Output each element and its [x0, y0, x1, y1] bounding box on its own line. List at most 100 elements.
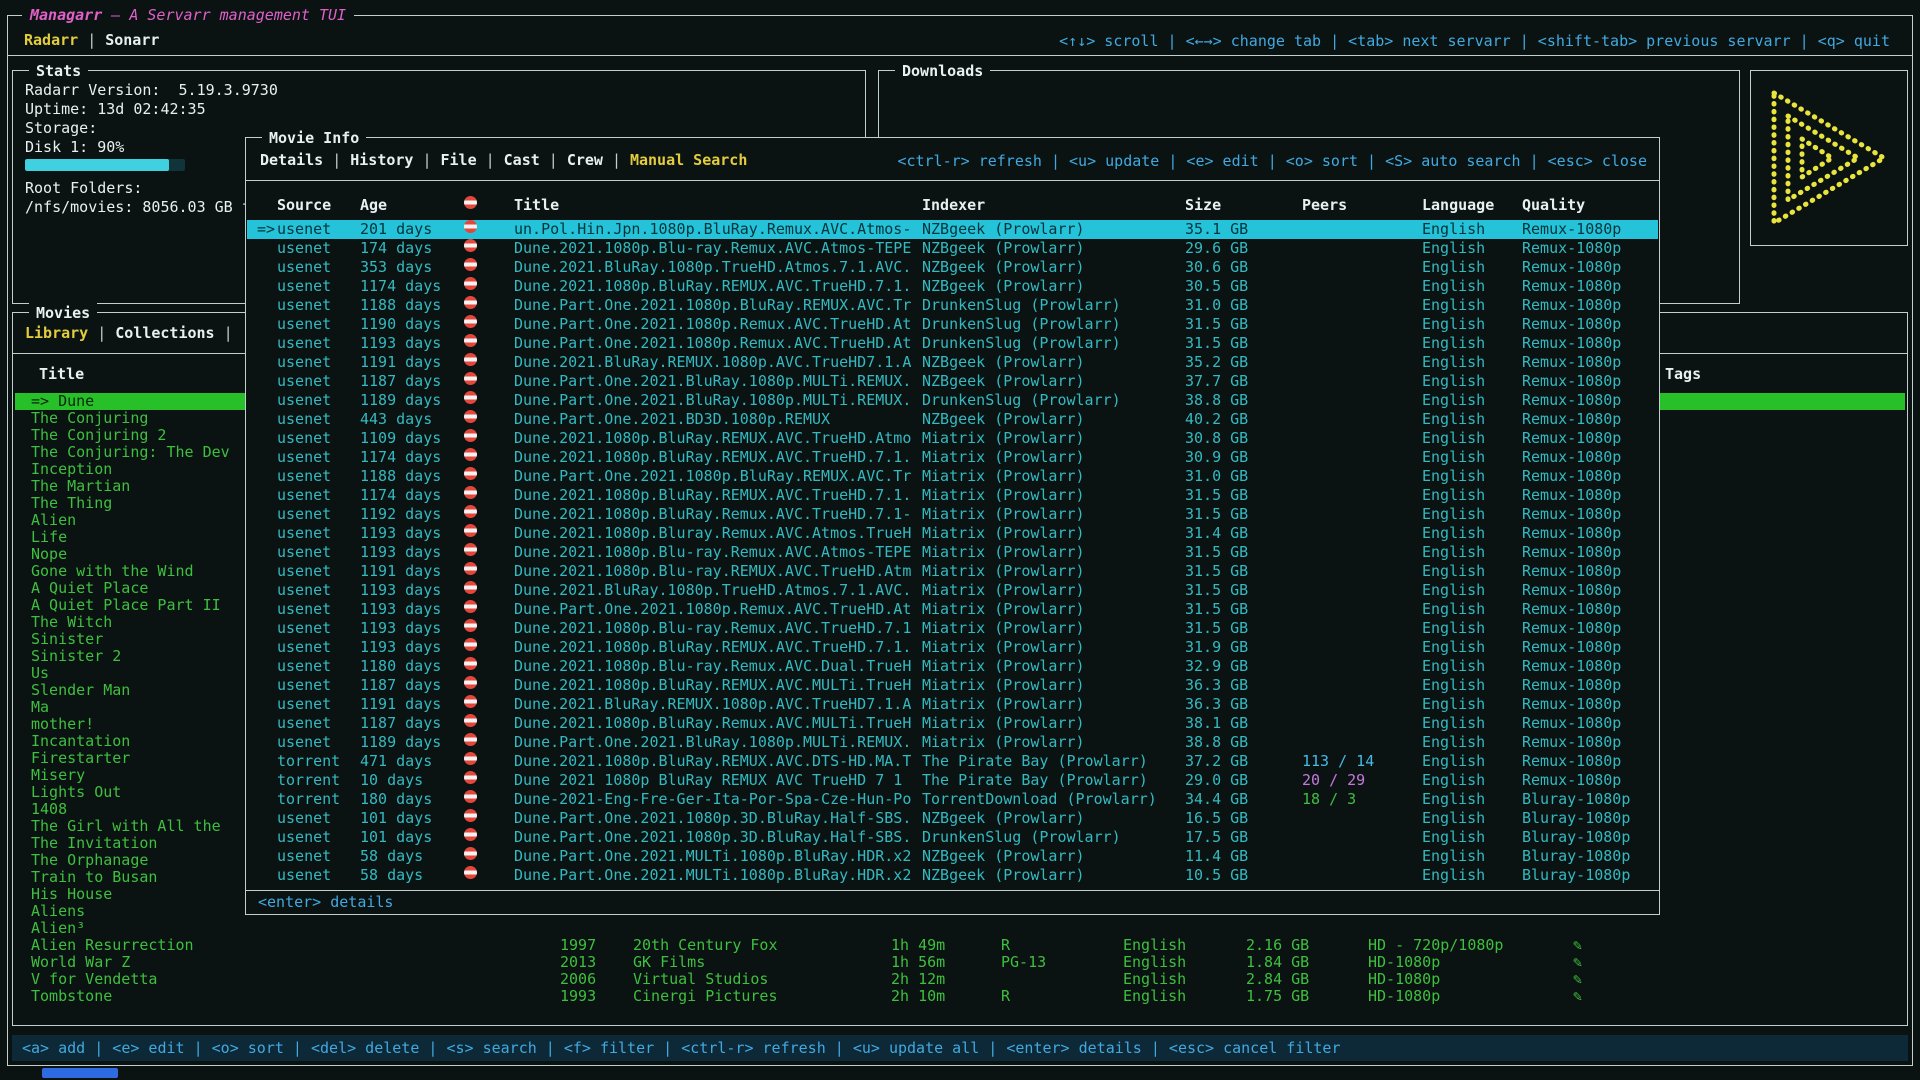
tab-details[interactable]: Details — [258, 151, 325, 169]
search-result-row[interactable]: usenet1193 daysDune.Part.One.2021.1080p.… — [247, 334, 1658, 353]
result-quality: Remux-1080p — [1522, 220, 1621, 239]
result-size: 29.0 GB — [1185, 771, 1248, 790]
rejected-icon — [464, 239, 477, 252]
managarr-logo-icon — [1766, 85, 1892, 231]
result-quality: Bluray-1080p — [1522, 847, 1630, 866]
search-result-row[interactable]: usenet1174 daysDune.2021.1080p.BluRay.RE… — [247, 486, 1658, 505]
search-result-row[interactable]: usenet1180 daysDune.2021.1080p.Blu-ray.R… — [247, 657, 1658, 676]
result-quality: Remux-1080p — [1522, 258, 1621, 277]
result-language: English — [1422, 733, 1485, 752]
result-source: usenet — [277, 258, 331, 277]
search-result-row[interactable]: usenet1174 daysDune.2021.1080p.BluRay.RE… — [247, 277, 1658, 296]
search-result-row[interactable]: =>usenet201 daysun.Pol.Hin.Jpn.1080p.Blu… — [247, 220, 1658, 239]
rejected-icon — [464, 524, 477, 537]
search-result-row[interactable]: torrent471 daysDune.2021.1080p.BluRay.RE… — [247, 752, 1658, 771]
search-result-row[interactable]: usenet1188 daysDune.Part.One.2021.1080p.… — [247, 467, 1658, 486]
tab-crew[interactable]: Crew — [565, 151, 605, 169]
result-source: usenet — [277, 828, 331, 847]
search-result-row[interactable]: usenet1189 daysDune.Part.One.2021.BluRay… — [247, 391, 1658, 410]
search-result-row[interactable]: usenet1191 daysDune.2021.1080p.Blu-ray.R… — [247, 562, 1658, 581]
search-result-row[interactable]: usenet1190 daysDune.Part.One.2021.1080p.… — [247, 315, 1658, 334]
tab-file[interactable]: File — [439, 151, 479, 169]
result-size: 37.7 GB — [1185, 372, 1248, 391]
search-result-row[interactable]: usenet1193 daysDune.2021.1080p.Bluray.Re… — [247, 524, 1658, 543]
search-result-row[interactable]: usenet1191 daysDune.2021.BluRay.REMUX.10… — [247, 353, 1658, 372]
tab-history[interactable]: History — [348, 151, 415, 169]
result-source: usenet — [277, 543, 331, 562]
search-result-row[interactable]: usenet1187 daysDune.2021.1080p.BluRay.Re… — [247, 714, 1658, 733]
search-result-row[interactable]: usenet1187 daysDune.Part.One.2021.BluRay… — [247, 372, 1658, 391]
movie-title: Life — [31, 529, 67, 546]
rejected-icon — [464, 315, 477, 328]
tab-manual-search[interactable]: Manual Search — [628, 151, 749, 169]
result-language: English — [1422, 296, 1485, 315]
search-result-row[interactable]: torrent180 daysDune-2021-Eng-Fre-Ger-Ita… — [247, 790, 1658, 809]
search-result-row[interactable]: usenet1193 daysDune.2021.1080p.Blu-ray.R… — [247, 619, 1658, 638]
result-source: usenet — [277, 733, 331, 752]
search-result-row[interactable]: usenet1174 daysDune.2021.1080p.BluRay.RE… — [247, 448, 1658, 467]
search-result-row[interactable]: usenet101 daysDune.Part.One.2021.1080p.3… — [247, 809, 1658, 828]
result-title: Dune.2021.1080p.Blu-ray.Remux.AVC.Atmos-… — [514, 239, 911, 258]
search-result-row[interactable]: usenet101 daysDune.Part.One.2021.1080p.3… — [247, 828, 1658, 847]
movies-column-title: Title — [39, 365, 84, 384]
movie-row[interactable]: Alien³ — [15, 920, 1905, 937]
tab-radarr[interactable]: Radarr — [22, 31, 80, 49]
search-result-row[interactable]: usenet1191 daysDune.2021.BluRay.REMUX.10… — [247, 695, 1658, 714]
result-indexer: DrunkenSlug (Prowlarr) — [922, 828, 1121, 847]
movie-year: 1993 — [560, 988, 596, 1005]
result-title: Dune.Part.One.2021.1080p.Remux.AVC.TrueH… — [514, 600, 911, 619]
result-quality: Remux-1080p — [1522, 429, 1621, 448]
result-language: English — [1422, 277, 1485, 296]
search-result-row[interactable]: usenet1193 daysDune.2021.BluRay.1080p.Tr… — [247, 581, 1658, 600]
search-result-row[interactable]: usenet353 daysDune.2021.BluRay.1080p.Tru… — [247, 258, 1658, 277]
result-title: Dune.2021.1080p.BluRay.REMUX.AVC.TrueHD.… — [514, 448, 911, 467]
movie-row[interactable]: Alien Resurrection199720th Century Fox1h… — [15, 937, 1905, 954]
footer-keybar: <a> add | <e> edit | <o> sort | <del> de… — [12, 1035, 1908, 1061]
movie-language: English — [1123, 954, 1186, 971]
result-size: 38.1 GB — [1185, 714, 1248, 733]
result-quality: Remux-1080p — [1522, 391, 1621, 410]
uptime: Uptime: 13d 02:42:35 — [25, 100, 206, 119]
search-result-row[interactable]: usenet1109 daysDune.2021.1080p.BluRay.RE… — [247, 429, 1658, 448]
tab-sonarr[interactable]: Sonarr — [103, 31, 161, 49]
search-result-row[interactable]: usenet1192 daysDune.2021.1080p.BluRay.Re… — [247, 505, 1658, 524]
result-age: 1180 days — [360, 657, 441, 676]
tab-cast[interactable]: Cast — [502, 151, 542, 169]
movie-row[interactable]: Tombstone1993Cinergi Pictures2h 10mREngl… — [15, 988, 1905, 1005]
result-age: 1188 days — [360, 467, 441, 486]
search-result-row[interactable]: usenet1193 daysDune.Part.One.2021.1080p.… — [247, 600, 1658, 619]
pencil-icon: ✎ — [1573, 988, 1582, 1005]
rejected-icon — [464, 714, 477, 727]
result-size: 11.4 GB — [1185, 847, 1248, 866]
tab-library[interactable]: Library — [23, 324, 90, 342]
search-result-row[interactable]: usenet1187 daysDune.2021.1080p.BluRay.RE… — [247, 676, 1658, 695]
result-title: Dune.Part.One.2021.BluRay.1080p.MULTi.RE… — [514, 372, 911, 391]
result-size: 16.5 GB — [1185, 809, 1248, 828]
search-result-row[interactable]: usenet443 daysDune.Part.One.2021.BD3D.10… — [247, 410, 1658, 429]
search-results-header: Source Age Title Indexer Size Peers Lang… — [247, 196, 1658, 215]
result-indexer: Miatrix (Prowlarr) — [922, 562, 1085, 581]
search-result-row[interactable]: usenet1193 daysDune.2021.1080p.Blu-ray.R… — [247, 543, 1658, 562]
result-source: usenet — [277, 562, 331, 581]
tab-collections[interactable]: Collections — [113, 324, 216, 342]
search-result-row[interactable]: torrent10 daysDune 2021 1080p BluRay REM… — [247, 771, 1658, 790]
search-result-row[interactable]: usenet1189 daysDune.Part.One.2021.BluRay… — [247, 733, 1658, 752]
search-result-row[interactable]: usenet1188 daysDune.Part.One.2021.1080p.… — [247, 296, 1658, 315]
search-result-row[interactable]: usenet1193 daysDune.2021.1080p.BluRay.RE… — [247, 638, 1658, 657]
result-indexer: Miatrix (Prowlarr) — [922, 524, 1085, 543]
result-indexer: Miatrix (Prowlarr) — [922, 600, 1085, 619]
movie-studio: GK Films — [633, 954, 705, 971]
result-language: English — [1422, 847, 1485, 866]
rejected-icon — [464, 790, 477, 803]
movie-runtime: 1h 49m — [891, 937, 945, 954]
movie-title: The Conjuring: The Dev — [31, 444, 230, 461]
result-quality: Remux-1080p — [1522, 277, 1621, 296]
movie-row[interactable]: V for Vendetta2006Virtual Studios2h 12mE… — [15, 971, 1905, 988]
movie-row[interactable]: World War Z2013GK Films1h 56mPG-13Englis… — [15, 954, 1905, 971]
search-result-row[interactable]: usenet58 daysDune.Part.One.2021.MULTi.10… — [247, 847, 1658, 866]
search-result-row[interactable]: usenet174 daysDune.2021.1080p.Blu-ray.Re… — [247, 239, 1658, 258]
search-result-row[interactable]: usenet58 daysDune.Part.One.2021.MULTi.10… — [247, 866, 1658, 885]
result-peers: 113 / 14 — [1302, 752, 1374, 771]
movie-quality: HD-1080p — [1368, 971, 1440, 988]
result-age: 1189 days — [360, 391, 441, 410]
